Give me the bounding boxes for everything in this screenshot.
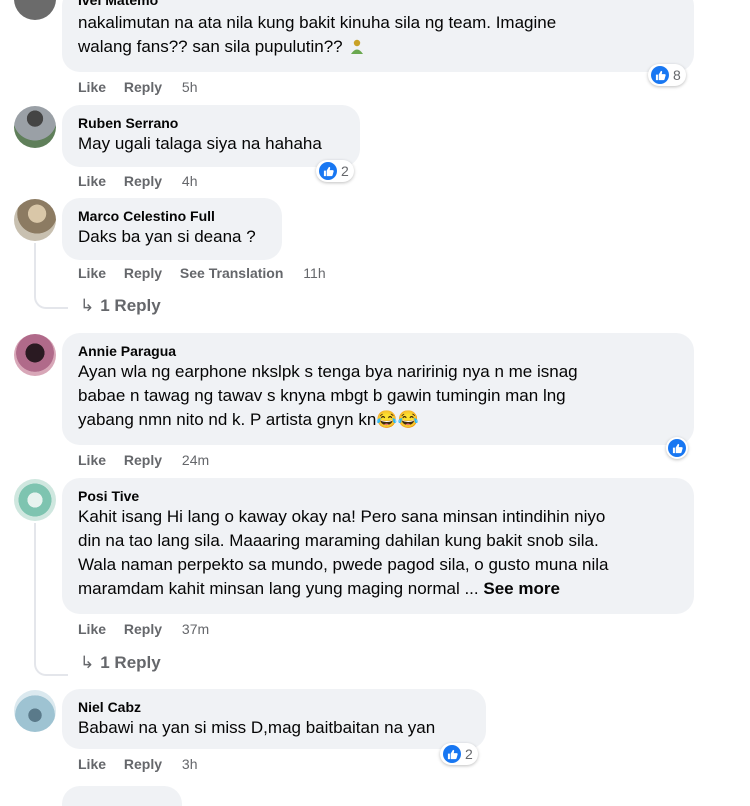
comment-text: May ugali talaga siya na hahaha — [78, 134, 322, 153]
reply-arrow-icon: ↳ — [80, 296, 95, 315]
comment-text-line: babae n tawag ng tawav s knyna mbgt b ga… — [78, 386, 566, 405]
like-link[interactable]: Like — [78, 265, 106, 281]
comment-author[interactable]: Niel Cabz — [78, 698, 472, 716]
reaction-count[interactable] — [666, 437, 688, 459]
thread-line — [34, 243, 36, 287]
view-replies-link[interactable]: ↳ 1 Reply — [80, 653, 161, 673]
comment-actions: Like Reply 24m — [78, 452, 223, 468]
reply-link[interactable]: Reply — [124, 621, 162, 637]
comment-text-line: Wala naman perpekto sa mundo, pwede pago… — [78, 555, 609, 574]
reply-link[interactable]: Reply — [124, 265, 162, 281]
reply-link[interactable]: Reply — [124, 756, 162, 772]
comment-actions: Like Reply 37m — [78, 621, 223, 637]
comment-text-line: Ayan wla ng earphone nkslpk s tenga bya … — [78, 362, 578, 381]
comment-bubble: Ruben Serrano May ugali talaga siya na h… — [62, 105, 360, 167]
next-comment-bubble — [62, 786, 182, 806]
comment-author[interactable]: Posi Tive — [78, 487, 680, 505]
thread-connector — [34, 287, 68, 309]
comment-actions: Like Reply 3h — [78, 756, 212, 772]
thread-line — [34, 523, 36, 654]
reaction-count[interactable]: 2 — [316, 160, 354, 182]
avatar[interactable] — [14, 334, 56, 376]
thumbs-up-icon — [443, 745, 461, 763]
comment-text: Daks ba yan si deana ? — [78, 227, 256, 246]
see-more-link[interactable]: See more — [483, 579, 560, 598]
replies-count: 1 Reply — [100, 653, 161, 672]
comment-author[interactable]: Marco Celestino Full — [78, 207, 268, 225]
like-link[interactable]: Like — [78, 452, 106, 468]
timestamp[interactable]: 11h — [303, 265, 325, 281]
person-emoji-icon — [351, 39, 364, 54]
timestamp[interactable]: 3h — [182, 756, 198, 772]
see-translation-link[interactable]: See Translation — [180, 265, 283, 281]
like-link[interactable]: Like — [78, 621, 106, 637]
comment-actions: Like Reply 4h — [78, 173, 212, 189]
avatar[interactable] — [14, 0, 56, 20]
comment-author[interactable]: Ivel Matemo — [78, 0, 680, 9]
thumbs-up-icon — [668, 439, 686, 457]
thread-connector — [34, 654, 68, 676]
comment-text-line: walang fans?? san sila pupulutin?? — [78, 35, 680, 59]
comment-text-line: yabang nmn nito nd k. P artista gnyn kn😂… — [78, 410, 419, 429]
comment-bubble: Marco Celestino Full Daks ba yan si dean… — [62, 198, 282, 260]
comment-text-line: nakalimutan na ata nila kung bakit kinuh… — [78, 13, 557, 32]
timestamp[interactable]: 37m — [182, 621, 209, 637]
like-link[interactable]: Like — [78, 173, 106, 189]
reply-link[interactable]: Reply — [124, 79, 162, 95]
reaction-number: 2 — [341, 163, 349, 179]
reaction-number: 2 — [465, 746, 473, 762]
reply-arrow-icon: ↳ — [80, 653, 95, 672]
timestamp[interactable]: 4h — [182, 173, 198, 189]
reply-link[interactable]: Reply — [124, 173, 162, 189]
thumbs-up-icon — [319, 162, 337, 180]
reaction-count[interactable]: 2 — [440, 743, 478, 765]
reply-link[interactable]: Reply — [124, 452, 162, 468]
comment-bubble: Posi Tive Kahit isang Hi lang o kaway ok… — [62, 478, 694, 614]
timestamp[interactable]: 24m — [182, 452, 209, 468]
like-link[interactable]: Like — [78, 756, 106, 772]
comment-actions: Like Reply 5h — [78, 79, 212, 95]
avatar[interactable] — [14, 106, 56, 148]
comment-text: Babawi na yan si miss D,mag baitbaitan n… — [78, 718, 436, 737]
comment-author[interactable]: Annie Paragua — [78, 342, 680, 360]
avatar[interactable] — [14, 199, 56, 241]
comment-text-line: din na tao lang sila. Maaaring maraming … — [78, 531, 599, 550]
comment-text-line: Kahit isang Hi lang o kaway okay na! Per… — [78, 507, 606, 526]
comment-bubble: Ivel Matemo nakalimutan na ata nila kung… — [62, 0, 694, 72]
reaction-count[interactable]: 8 — [648, 64, 686, 86]
view-replies-link[interactable]: ↳ 1 Reply — [80, 296, 161, 316]
avatar[interactable] — [14, 479, 56, 521]
comment-bubble: Niel Cabz Babawi na yan si miss D,mag ba… — [62, 689, 486, 749]
reaction-number: 8 — [673, 67, 681, 83]
thumbs-up-icon — [651, 66, 669, 84]
comment-bubble: Annie Paragua Ayan wla ng earphone nkslp… — [62, 333, 694, 445]
timestamp[interactable]: 5h — [182, 79, 198, 95]
comment-actions: Like Reply See Translation 11h — [78, 265, 340, 281]
comment-author[interactable]: Ruben Serrano — [78, 114, 346, 132]
comment-text-line: maramdam kahit minsan lang yung maging n… — [78, 579, 560, 598]
avatar[interactable] — [14, 690, 56, 732]
replies-count: 1 Reply — [100, 296, 161, 315]
like-link[interactable]: Like — [78, 79, 106, 95]
